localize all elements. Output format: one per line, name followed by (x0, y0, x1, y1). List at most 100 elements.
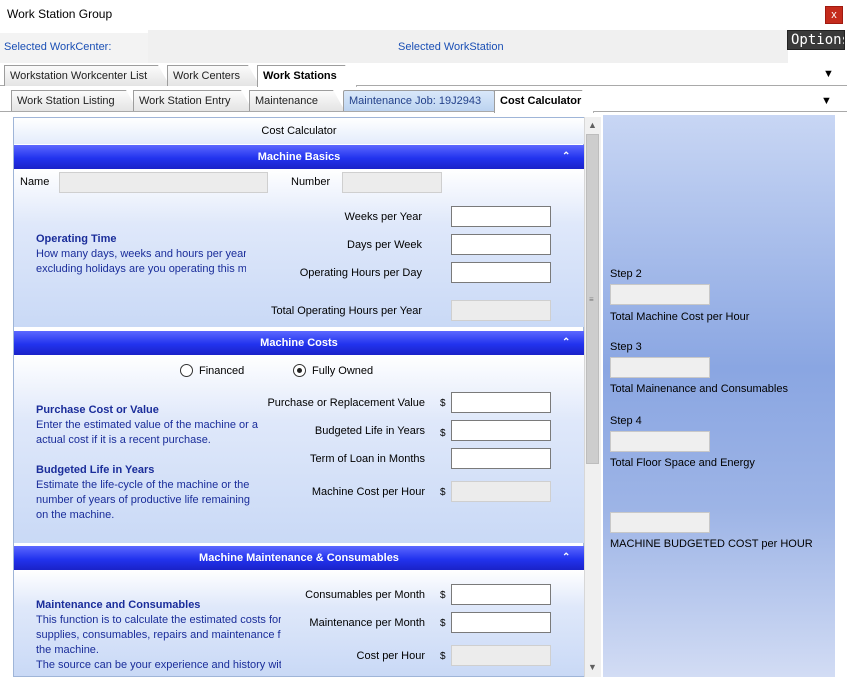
tab-cost-calculator[interactable]: Cost Calculator (494, 90, 594, 113)
step2-field (610, 284, 710, 305)
budgeted-cost-caption: MACHINE BUDGETED COST per HOUR (610, 538, 813, 550)
step4-field (610, 431, 710, 452)
tab-label: Work Stations (263, 70, 337, 82)
operating-time-help-2: excluding holidays are you operating thi… (36, 263, 246, 275)
scroll-up-arrow-icon[interactable]: ▲ (588, 120, 597, 130)
loan-term-label: Term of Loan in Months (310, 453, 425, 465)
number-label: Number (291, 176, 331, 188)
tab-strip-sub: Work Station Listing Work Station Entry … (0, 90, 847, 112)
maintenance-consumables-header[interactable]: Machine Maintenance & Consumables ⌃ (14, 546, 584, 570)
weeks-per-year-input[interactable] (451, 206, 551, 227)
tab-label: Cost Calculator (500, 95, 582, 107)
currency-symbol: $ (440, 487, 446, 498)
consumables-label: Consumables per Month (305, 589, 425, 601)
operating-time-heading: Operating Time (36, 233, 117, 245)
name-label: Name (20, 176, 50, 188)
total-hours-label: Total Operating Hours per Year (270, 305, 422, 317)
currency-symbol: $ (440, 651, 446, 662)
tab-label: Work Centers (173, 70, 241, 82)
calculator-title: Cost Calculator (14, 118, 584, 144)
scroll-grip-icon: ≡ (589, 295, 594, 304)
maintenance-cost-hour-field (451, 645, 551, 666)
machine-costs-header[interactable]: Machine Costs ⌃ (14, 331, 584, 355)
tab-label: Work Station Entry (139, 95, 231, 107)
step3-caption: Total Mainenance and Consumables (610, 383, 788, 395)
options-button[interactable]: Options (787, 30, 845, 50)
life-help-3: on the machine. (36, 509, 115, 521)
maintenance-help-4: The source can be your experience and hi… (36, 659, 281, 671)
tab-strip-main: Workstation Workcenter List Work Centers… (0, 65, 847, 86)
title-bar (0, 0, 847, 30)
purchase-value-label: Purchase or Replacement Value (267, 397, 425, 409)
days-per-week-label: Days per Week (347, 239, 422, 251)
total-hours-field (451, 300, 551, 321)
budgeted-life-label: Budgeted Life in Years (314, 425, 425, 437)
financed-label: Financed (199, 365, 245, 377)
maintenance-month-input[interactable] (451, 612, 551, 633)
tab-work-station-entry[interactable]: Work Station Entry (133, 90, 253, 111)
maintenance-heading: Maintenance and Consumables (36, 599, 201, 611)
name-field[interactable] (59, 172, 268, 193)
step4-label: Step 4 (610, 415, 642, 427)
step3-field (610, 357, 710, 378)
step3-label: Step 3 (610, 341, 642, 353)
collapse-chevron-icon[interactable]: ⌃ (562, 331, 570, 355)
maintenance-help-1: This function is to calculate the estima… (36, 614, 281, 626)
tab-label: Workstation Workcenter List (10, 70, 148, 82)
life-help-2: number of years of productive life remai… (36, 494, 250, 506)
maintenance-help-3: the machine. (36, 644, 99, 656)
summary-pane (603, 115, 835, 677)
maintenance-help-2: supplies, consumables, repairs and maint… (36, 629, 281, 641)
currency-symbol: $ (440, 428, 446, 439)
days-per-week-input[interactable] (451, 234, 551, 255)
number-field[interactable] (342, 172, 442, 193)
close-button[interactable]: x (825, 6, 843, 24)
maintenance-cost-hour-label: Cost per Hour (356, 650, 425, 662)
budgeted-cost-field (610, 512, 710, 533)
step2-label: Step 2 (610, 268, 642, 280)
scroll-down-arrow-icon[interactable]: ▼ (588, 662, 597, 672)
purchase-help-1: Enter the estimated value of the machine… (36, 419, 258, 431)
tab-label: Maintenance (255, 95, 318, 107)
currency-symbol: $ (440, 590, 446, 601)
tab-label: Work Station Listing (17, 95, 115, 107)
step4-caption: Total Floor Space and Energy (610, 457, 755, 469)
consumables-input[interactable] (451, 584, 551, 605)
hours-per-day-label: Operating Hours per Day (299, 267, 422, 279)
purchase-help-2: actual cost if it is a recent purchase. (36, 434, 211, 446)
life-help-1: Estimate the life-cycle of the machine o… (36, 479, 250, 491)
purchase-cost-heading: Purchase Cost or Value (36, 404, 159, 416)
machine-basics-header[interactable]: Machine Basics ⌃ (14, 145, 584, 169)
financed-radio[interactable] (180, 364, 193, 377)
operating-time-help-1: How many days, weeks and hours per year (36, 248, 246, 260)
tab-work-station-listing[interactable]: Work Station Listing (11, 90, 138, 111)
tab-work-stations[interactable]: Work Stations (257, 65, 357, 87)
collapse-chevron-icon[interactable]: ⌃ (562, 546, 570, 570)
selected-workcenter-label: Selected WorkCenter: (4, 41, 112, 53)
selected-workstation-label: Selected WorkStation (398, 41, 504, 53)
tab-maintenance-job[interactable]: Maintenance Job: 19J2943 (343, 90, 495, 111)
section-title: Machine Basics (257, 151, 341, 163)
budgeted-life-input[interactable] (451, 420, 551, 441)
section-title: Machine Maintenance & Consumables (199, 552, 399, 564)
currency-symbol: $ (440, 398, 446, 409)
budgeted-life-heading: Budgeted Life in Years (36, 464, 155, 476)
fully-owned-label: Fully Owned (312, 365, 374, 377)
tab-label: Maintenance Job: 19J2943 (349, 95, 482, 107)
subtab-dropdown-arrow-icon[interactable]: ▼ (821, 95, 832, 107)
tab-workstation-workcenter-list[interactable]: Workstation Workcenter List (4, 65, 170, 86)
fully-owned-radio[interactable] (293, 364, 306, 377)
tab-work-centers[interactable]: Work Centers (167, 65, 260, 86)
section-title: Machine Costs (260, 337, 338, 349)
currency-symbol: $ (440, 618, 446, 629)
hours-per-day-input[interactable] (451, 262, 551, 283)
purchase-value-input[interactable] (451, 392, 551, 413)
collapse-chevron-icon[interactable]: ⌃ (562, 145, 570, 169)
maintenance-month-label: Maintenance per Month (309, 617, 425, 629)
tab-dropdown-arrow-icon[interactable]: ▼ (823, 68, 834, 80)
loan-term-input[interactable] (451, 448, 551, 469)
step2-caption: Total Machine Cost per Hour (610, 311, 750, 323)
machine-cost-hour-label: Machine Cost per Hour (311, 486, 425, 498)
window-title: Work Station Group (7, 7, 113, 21)
tab-maintenance[interactable]: Maintenance (249, 90, 345, 111)
